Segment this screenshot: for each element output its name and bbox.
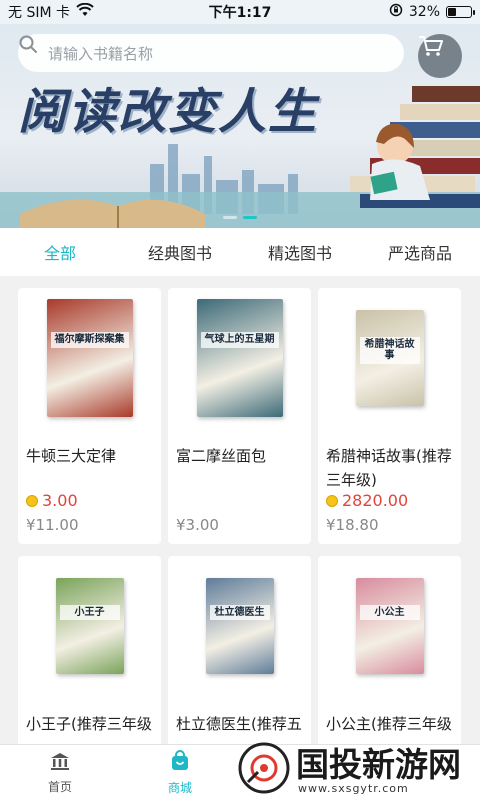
book-cover-image: 希腊神话故事 (355, 310, 424, 406)
promo-banner[interactable]: 阅读改变人生 请输入书籍名称 (0, 24, 480, 228)
product-price: 2820.00 (326, 491, 408, 510)
price-value: 2820.00 (342, 491, 409, 510)
book-cover-image: 福尔摩斯探案集 (46, 299, 133, 417)
original-price: ¥11.00 (26, 516, 79, 534)
rotation-lock-icon (389, 3, 403, 21)
battery-percent: 32% (408, 4, 440, 20)
product-name: 小王子(推荐三年级 (26, 715, 152, 733)
price-value: 3.00 (42, 491, 78, 510)
product-name: 富二摩丝面包 (176, 447, 267, 465)
product-card[interactable]: 气球上的五星期富二摩丝面包 ¥3.00 (168, 288, 311, 544)
search-placeholder: 请输入书籍名称 (48, 44, 154, 63)
product-name: 小公主(推荐三年级 (326, 715, 452, 733)
book-cover-title: 福尔摩斯探案集 (50, 332, 129, 348)
product-card[interactable]: 福尔摩斯探案集牛顿三大定律 3.00 ¥11.00 (18, 288, 161, 544)
tab-all[interactable]: 全部 (0, 228, 120, 276)
product-cover-area: 杜立德医生 (168, 556, 311, 696)
watermark-logo-icon (238, 742, 290, 798)
product-card[interactable]: 希腊神话故事希腊神话故事(推荐三年级) 2820.00 ¥18.80 (318, 288, 461, 544)
product-cover-area: 希腊神话故事 (318, 288, 461, 428)
product-cover-area: 福尔摩斯探案集 (18, 288, 161, 428)
product-price: 3.00 (26, 491, 78, 510)
carrier-label: 无 SIM 卡 (8, 5, 70, 21)
carousel-indicator (0, 216, 480, 219)
book-cover-image: 小王子 (55, 578, 124, 674)
book-cover-image: 小公主 (355, 578, 424, 674)
wifi-icon (76, 2, 94, 21)
nav-home[interactable]: 首页 (0, 745, 120, 800)
banner-title: 阅读改变人生 (18, 84, 319, 140)
site-watermark: 国投新游网 www.sxsgytr.com (232, 738, 478, 800)
carousel-dot[interactable] (243, 216, 257, 219)
shopping-bag-icon (169, 749, 191, 775)
product-cover-area: 小公主 (318, 556, 461, 696)
tab-premium-goods[interactable]: 严选商品 (360, 228, 480, 276)
book-cover-image: 气球上的五星期 (196, 299, 283, 417)
carousel-dot[interactable] (223, 216, 237, 219)
cart-button[interactable] (418, 34, 462, 78)
watermark-text: 国投新游网 (296, 745, 461, 784)
tab-selected-books[interactable]: 精选图书 (240, 228, 360, 276)
book-cover-image: 杜立德医生 (205, 578, 274, 674)
book-cover-title: 杜立德医生 (209, 604, 270, 621)
original-price: ¥3.00 (176, 516, 219, 534)
book-cover-title: 小公主 (359, 604, 420, 621)
status-bar: 无 SIM 卡 下午1:17 32% (0, 0, 480, 24)
product-grid: 福尔摩斯探案集牛顿三大定律 3.00 ¥11.00 气球上的五星期富二摩丝面包 ¥3.0… (18, 288, 462, 800)
product-name: 杜立德医生(推荐五 (176, 715, 302, 733)
product-name: 牛顿三大定律 (26, 447, 117, 465)
nav-home-label: 首页 (47, 779, 72, 794)
tab-classic-books[interactable]: 经典图书 (120, 228, 240, 276)
book-cover-title: 小王子 (59, 604, 120, 621)
category-tabs: 全部 经典图书 精选图书 严选商品 (0, 228, 480, 276)
original-price: ¥18.80 (326, 516, 379, 534)
battery-icon (446, 6, 475, 18)
book-cover-title: 希腊神话故事 (359, 336, 420, 364)
product-name: 希腊神话故事(推荐三年级) (326, 447, 452, 489)
coin-icon (26, 494, 38, 507)
search-input[interactable]: 请输入书籍名称 (18, 34, 404, 72)
book-cover-title: 气球上的五星期 (200, 332, 279, 348)
bank-icon (49, 751, 71, 774)
nav-mall-label: 商城 (167, 780, 192, 795)
nav-mall[interactable]: 商城 (120, 745, 240, 800)
product-cover-area: 气球上的五星期 (168, 288, 311, 428)
coin-icon (326, 494, 338, 507)
product-cover-area: 小王子 (18, 556, 161, 696)
watermark-url: www.sxsgytr.com (298, 782, 409, 795)
